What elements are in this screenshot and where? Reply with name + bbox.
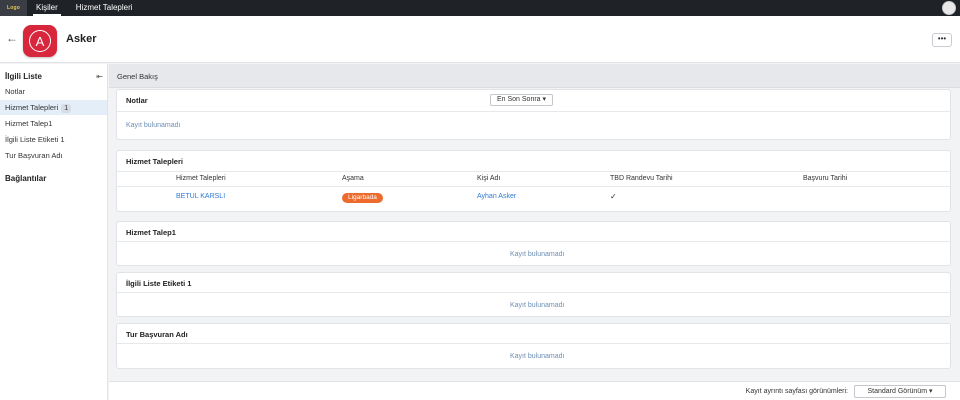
column-header: Aşama [342,175,364,182]
notes-title: Notlar [126,96,148,105]
stage-badge: Ligarbada [342,193,383,203]
overview-bar: Genel Bakış [109,64,960,88]
divider [117,241,950,242]
view-footer: Kayıt ayrıntı sayfası görünümleri: Stand… [109,381,960,400]
top-navigation-bar: Logo Kişiler Hizmet Talepleri [0,0,960,16]
notes-card: Notlar En Son Sonra ▾ Kayıt bulunamadı [116,89,951,140]
back-arrow-icon[interactable]: ← [6,32,18,44]
notes-sort-select[interactable]: En Son Sonra ▾ [490,94,553,106]
check-icon: ✓ [610,192,617,201]
count-badge: 1 [61,104,72,113]
record-title: Asker [66,33,97,45]
tag-list-card: İlgili Liste Etiketi 1 Kayıt bulunamadı [116,272,951,317]
service-requests-card: Hizmet Talepleri Hizmet Talepleri Aşama … [116,150,951,212]
sidebar-item-hizmet-talep1[interactable]: Hizmet Talep1 [0,116,107,131]
view-select[interactable]: Standard Görünüm ▾ [854,385,946,398]
empty-message: Kayıt bulunamadı [510,302,565,309]
divider [117,171,950,172]
talep1-title: Hizmet Talep1 [126,228,176,237]
empty-message: Kayıt bulunamadı [510,353,565,360]
service-requests-title: Hizmet Talepleri [126,157,183,166]
record-header: ← A Asker ••• [0,16,960,63]
logo-text: Logo [6,5,21,11]
applicant-title: Tur Başvuran Adı [126,330,188,339]
sidebar-item-notlar[interactable]: Notlar [0,84,107,99]
divider [117,186,950,187]
overview-title: Genel Bakış [117,72,158,81]
more-actions-button[interactable]: ••• [932,33,952,47]
related-list-sidebar: İlgili Liste ⇤ Notlar Hizmet Talepleri 1 … [0,64,108,400]
sidebar-item-hizmet-talepleri[interactable]: Hizmet Talepleri 1 [0,100,107,115]
related-list-heading: İlgili Liste [5,72,42,81]
user-avatar[interactable] [942,1,956,15]
applicant-card: Tur Başvuran Adı Kayıt bulunamadı [116,323,951,369]
record-avatar: A [23,25,57,57]
collapse-sidebar-icon[interactable]: ⇤ [96,72,103,81]
empty-message: Kayıt bulunamadı [510,251,565,258]
column-header: Başvuru Tarihi [803,175,848,182]
sidebar-item-label: Hizmet Talep1 [5,119,53,128]
sidebar-item-label: Tur Başvuran Adı [5,151,63,160]
divider [117,111,950,112]
sidebar-item-label: Notlar [5,87,26,96]
avatar-letter: A [29,30,51,52]
talep1-card: Hizmet Talep1 Kayıt bulunamadı [116,221,951,266]
empty-message: Kayıt bulunamadı [126,122,181,129]
tab-hizmet-talepleri[interactable]: Hizmet Talepleri [67,0,142,16]
column-header: Kişi Adı [477,175,501,182]
links-heading[interactable]: Bağlantılar [5,174,46,183]
divider [117,343,950,344]
views-label: Kayıt ayrıntı sayfası görünümleri: [745,388,848,395]
top-tabs: Kişiler Hizmet Talepleri [27,0,142,16]
main-content: Genel Bakış Notlar En Son Sonra ▾ Kayıt … [109,64,960,400]
tag-list-title: İlgili Liste Etiketi 1 [126,279,192,288]
person-link[interactable]: Ayhan Asker [477,193,516,200]
service-request-link[interactable]: BETUL KARSLI [176,193,225,200]
sidebar-item-tur-basvuran-adi[interactable]: Tur Başvuran Adı [0,148,107,163]
sidebar-item-label: Hizmet Talepleri [5,103,59,112]
column-header: Hizmet Talepleri [176,175,226,182]
tab-kisiler[interactable]: Kişiler [27,0,67,16]
sidebar-item-ilgili-liste-etiketi[interactable]: İlgili Liste Etiketi 1 [0,132,107,147]
column-header: TBD Randevu Tarihi [610,175,673,182]
sidebar-item-label: İlgili Liste Etiketi 1 [5,135,65,144]
divider [117,292,950,293]
app-logo[interactable]: Logo [0,0,27,16]
